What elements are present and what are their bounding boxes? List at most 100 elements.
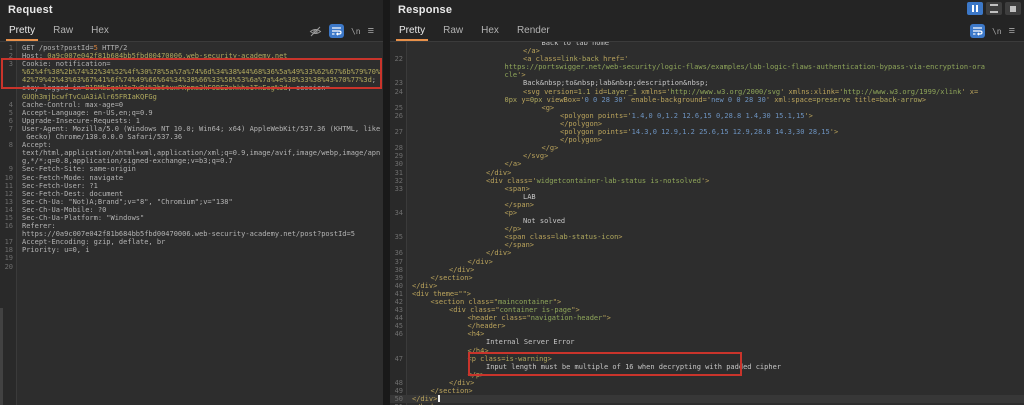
- code-line[interactable]: 39</section>: [390, 274, 1024, 282]
- code-line[interactable]: Not solved: [390, 217, 1024, 225]
- code-line[interactable]: 8Accept:: [0, 141, 383, 149]
- code-line[interactable]: 42%79%42%43%63%67%41%6f%74%49%66%64%34%3…: [0, 76, 383, 84]
- code-line[interactable]: 23Back&nbsp;to&nbsp;lab&nbsp;description…: [390, 79, 1024, 87]
- code-line[interactable]: 10Sec-Fetch-Mode: navigate: [0, 174, 383, 182]
- code-line[interactable]: 38</div>: [390, 266, 1024, 274]
- code-line[interactable]: 30</a>: [390, 160, 1024, 168]
- code-line[interactable]: Internal Server Error: [390, 338, 1024, 346]
- tab-hex[interactable]: Hex: [82, 22, 118, 40]
- code-line[interactable]: 25<g>: [390, 104, 1024, 112]
- code-line[interactable]: stay-logged-in=B1BMbEqoVJs7vBi%2b5tuxPXp…: [0, 84, 383, 92]
- code-line[interactable]: 41<div theme="">: [390, 290, 1024, 298]
- code-line[interactable]: 3Cookie: notification=: [0, 60, 383, 68]
- code-line[interactable]: https://0a9c007e042f81b684bb5fbd00470006…: [0, 230, 383, 238]
- code-line[interactable]: 42<section class="maincontainer">: [390, 298, 1024, 306]
- code-line[interactable]: 34<p>: [390, 209, 1024, 217]
- request-editor[interactable]: 1GET /post?postId=5 HTTP/22Host: 0a9c007…: [0, 42, 383, 405]
- code-line[interactable]: 45</header>: [390, 322, 1024, 330]
- tab-pretty[interactable]: Pretty: [390, 22, 434, 40]
- editor-menu-icon[interactable]: ≡: [368, 26, 374, 36]
- code-line[interactable]: </p>: [390, 225, 1024, 233]
- lines-button[interactable]: [986, 2, 1002, 15]
- code-text: <div class='widgetcontainer-lab-status i…: [407, 177, 709, 185]
- code-line[interactable]: 4Cache-Control: max-age=0: [0, 101, 383, 109]
- response-editor[interactable]: Back to lab home</a>22<a class=link-back…: [390, 42, 1024, 405]
- code-line[interactable]: 27<polygon points='14.3,0 12.9,1.2 25.6,…: [390, 128, 1024, 136]
- code-line[interactable]: 49</section>: [390, 387, 1024, 395]
- code-line[interactable]: 48</div>: [390, 379, 1024, 387]
- code-line[interactable]: 40</div>: [390, 282, 1024, 290]
- code-line[interactable]: 36</div>: [390, 249, 1024, 257]
- code-line[interactable]: 7User-Agent: Mozilla/5.0 (Windows NT 10.…: [0, 125, 383, 133]
- tab-raw[interactable]: Raw: [434, 22, 472, 40]
- code-text: </div>: [407, 395, 440, 403]
- code-line[interactable]: LAB: [390, 193, 1024, 201]
- tab-render[interactable]: Render: [508, 22, 559, 40]
- code-line[interactable]: 26<polygon points='1.4,0 0,1.2 12.6,15 0…: [390, 112, 1024, 120]
- code-line[interactable]: https://portswigger.net/web-security/log…: [390, 63, 1024, 71]
- code-line[interactable]: 44<header class="navigation-header">: [390, 314, 1024, 322]
- code-line[interactable]: 6Upgrade-Insecure-Requests: 1: [0, 117, 383, 125]
- code-line[interactable]: 29</svg>: [390, 152, 1024, 160]
- code-text: <header class="navigation-header">: [407, 314, 611, 322]
- panel-divider[interactable]: [383, 0, 390, 405]
- code-line[interactable]: 5Accept-Language: en-US,en;q=0.9: [0, 109, 383, 117]
- tab-hex[interactable]: Hex: [472, 22, 508, 40]
- code-line[interactable]: 50</div>: [390, 395, 1024, 403]
- code-line[interactable]: </polygon>: [390, 136, 1024, 144]
- code-line[interactable]: 19: [0, 254, 383, 262]
- code-text: </div>: [407, 249, 511, 257]
- code-line[interactable]: 14Sec-Ch-Ua-Mobile: ?0: [0, 206, 383, 214]
- code-line[interactable]: Gecko) Chrome/138.0.0.0 Safari/537.36: [0, 133, 383, 141]
- code-line[interactable]: Input length must be multiple of 16 when…: [390, 363, 1024, 371]
- code-line[interactable]: 12Sec-Fetch-Dest: document: [0, 190, 383, 198]
- code-line[interactable]: 28</g>: [390, 144, 1024, 152]
- code-line[interactable]: 32<div class='widgetcontainer-lab-status…: [390, 177, 1024, 185]
- code-line[interactable]: </polygon>: [390, 120, 1024, 128]
- code-line[interactable]: 47<p class=is-warning>: [390, 355, 1024, 363]
- code-line[interactable]: 11Sec-Fetch-User: ?1: [0, 182, 383, 190]
- code-line[interactable]: 17Accept-Encoding: gzip, deflate, br: [0, 238, 383, 246]
- request-left-scrollbar[interactable]: [0, 308, 3, 405]
- code-line[interactable]: 16Referer:: [0, 222, 383, 230]
- code-line[interactable]: </span>: [390, 201, 1024, 209]
- code-line[interactable]: g,*/*;q=0.8,application/signed-exchange;…: [0, 157, 383, 165]
- code-line[interactable]: %62%4f%38%2b%74%32%34%52%4f%30%78%5a%7a%…: [0, 68, 383, 76]
- code-line[interactable]: 20: [0, 263, 383, 271]
- wrap-lines-icon[interactable]: [970, 24, 985, 38]
- code-line[interactable]: 9Sec-Fetch-Site: same-origin: [0, 165, 383, 173]
- code-line[interactable]: 13Sec-Ch-Ua: "Not)A;Brand";v="8", "Chrom…: [0, 198, 383, 206]
- show-newlines-icon[interactable]: \n: [351, 27, 361, 36]
- code-text: <a class=link-back href=': [407, 55, 628, 63]
- code-line[interactable]: </span>: [390, 241, 1024, 249]
- code-line[interactable]: 15Sec-Ch-Ua-Platform: "Windows": [0, 214, 383, 222]
- code-line[interactable]: </h4>: [390, 347, 1024, 355]
- line-number: 20: [0, 263, 17, 271]
- code-line[interactable]: 24<svg version=1.1 id=Layer_1 xmlns='htt…: [390, 88, 1024, 96]
- editor-menu-icon[interactable]: ≡: [1009, 26, 1015, 36]
- code-line[interactable]: 0px y=0px viewBox='0 0 28 30' enable-bac…: [390, 96, 1024, 104]
- code-line[interactable]: 35<span class=lab-status-icon>: [390, 233, 1024, 241]
- code-line[interactable]: </p>: [390, 371, 1024, 379]
- wrap-lines-icon[interactable]: [329, 24, 344, 38]
- code-line[interactable]: 31</div>: [390, 169, 1024, 177]
- hide-highlights-eye-icon[interactable]: [309, 25, 322, 38]
- tab-pretty[interactable]: Pretty: [0, 22, 44, 40]
- tab-raw[interactable]: Raw: [44, 22, 82, 40]
- code-line[interactable]: cle'>: [390, 71, 1024, 79]
- code-line[interactable]: 33<span>: [390, 185, 1024, 193]
- stop-button[interactable]: [1005, 2, 1021, 15]
- code-line[interactable]: 37</div>: [390, 258, 1024, 266]
- code-line[interactable]: 46<h4>: [390, 330, 1024, 338]
- code-line[interactable]: GUQh3mjbcwfTvCuA3iAlr65FRIaKQFGg: [0, 93, 383, 101]
- code-line[interactable]: 2Host: 0a9c007e042f81b684bb5fbd00470006.…: [0, 52, 383, 60]
- pause-button[interactable]: [967, 2, 983, 15]
- code-line[interactable]: 18Priority: u=0, i: [0, 246, 383, 254]
- code-line[interactable]: 1GET /post?postId=5 HTTP/2: [0, 44, 383, 52]
- show-newlines-icon[interactable]: \n: [992, 27, 1002, 36]
- code-line[interactable]: </a>: [390, 47, 1024, 55]
- code-line[interactable]: text/html,application/xhtml+xml,applicat…: [0, 149, 383, 157]
- code-line[interactable]: 22<a class=link-back href=': [390, 55, 1024, 63]
- code-line[interactable]: 43<div class="container is-page">: [390, 306, 1024, 314]
- request-tabs: PrettyRawHex: [0, 22, 118, 40]
